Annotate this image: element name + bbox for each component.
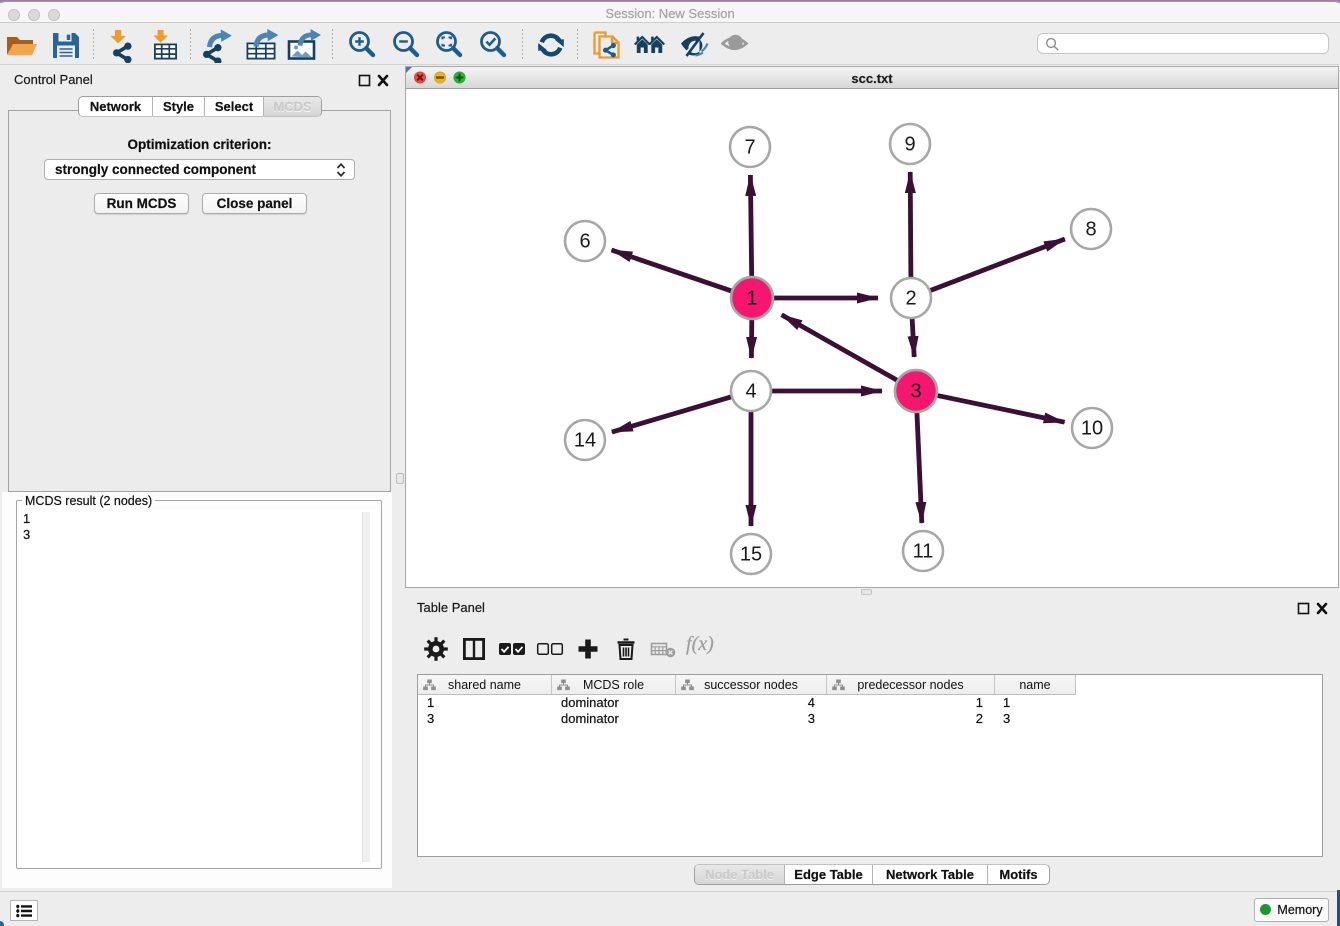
svg-text:9: 9 <box>904 134 915 156</box>
svg-text:3: 3 <box>910 381 921 403</box>
svg-text:7: 7 <box>744 137 755 159</box>
svg-text:4: 4 <box>745 381 756 403</box>
svg-text:2: 2 <box>905 288 916 310</box>
svg-text:1: 1 <box>746 288 757 310</box>
svg-text:6: 6 <box>579 231 590 253</box>
svg-text:14: 14 <box>574 430 596 452</box>
svg-text:11: 11 <box>913 541 934 563</box>
svg-text:15: 15 <box>740 544 762 566</box>
svg-text:8: 8 <box>1085 219 1096 241</box>
svg-text:10: 10 <box>1081 418 1103 440</box>
